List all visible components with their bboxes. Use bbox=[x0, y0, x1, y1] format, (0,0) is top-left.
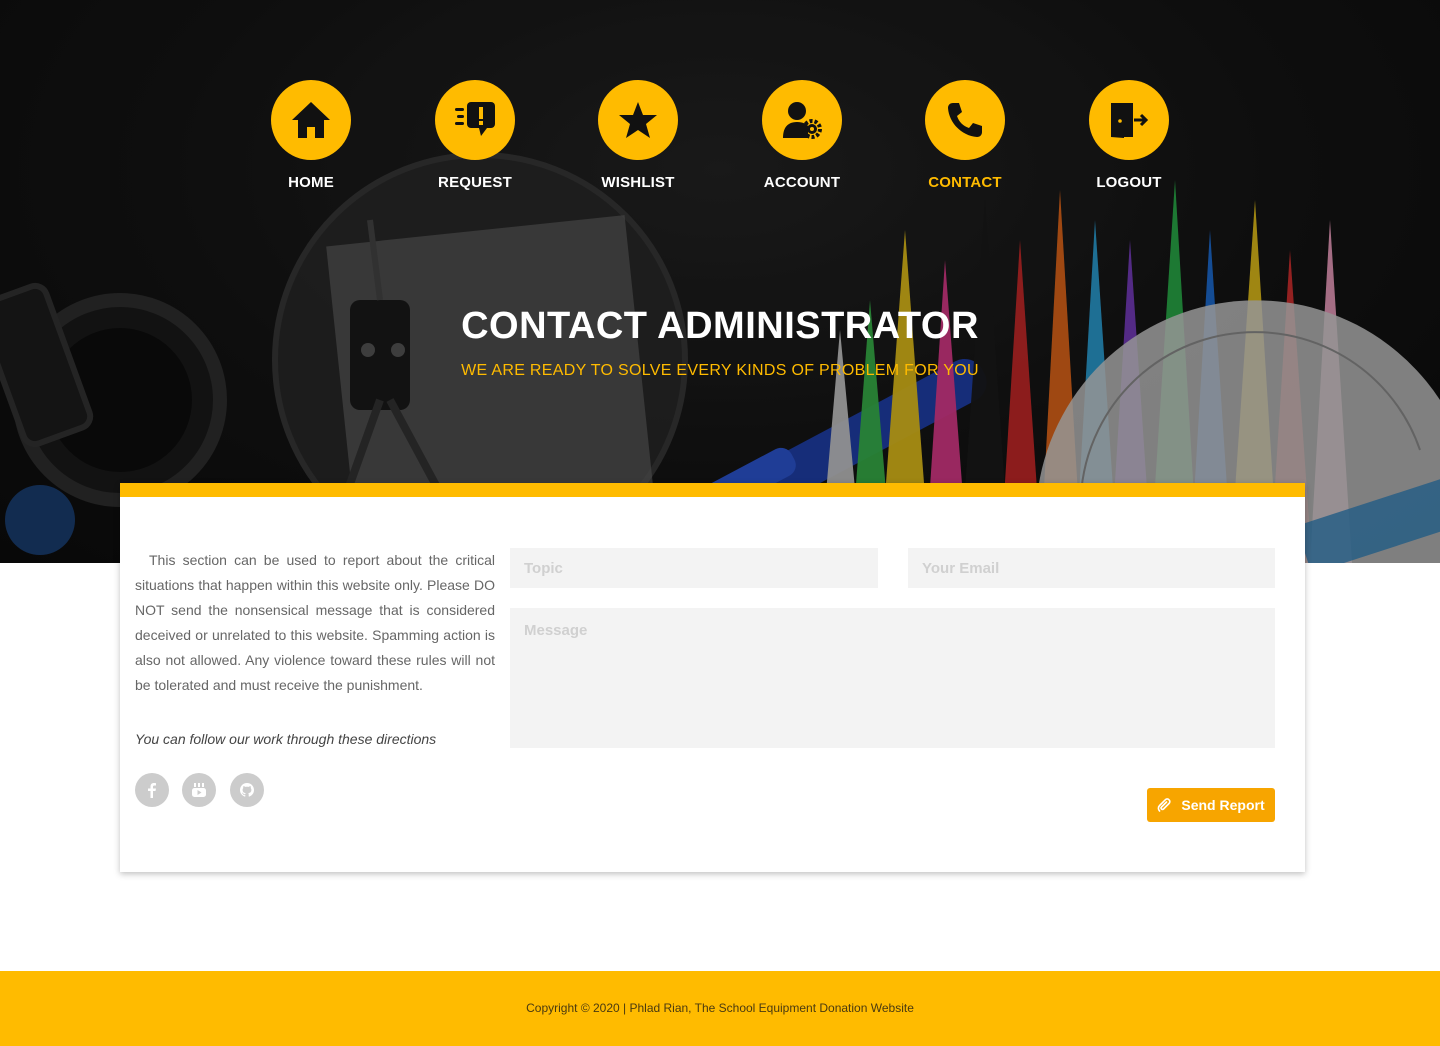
nav-account-circle[interactable] bbox=[762, 80, 842, 160]
nav-wishlist-label[interactable]: WISHLIST bbox=[578, 174, 698, 191]
email-input[interactable] bbox=[908, 548, 1275, 588]
contact-description: This section can be used to report about… bbox=[135, 552, 495, 693]
nav-home[interactable]: HOME bbox=[251, 80, 371, 191]
send-report-label[interactable]: Send Report bbox=[1181, 797, 1264, 813]
contact-card: This section can be used to report about… bbox=[120, 483, 1305, 872]
nav-home-label[interactable]: HOME bbox=[251, 174, 371, 191]
nav-wishlist-circle[interactable] bbox=[598, 80, 678, 160]
nav-logout-circle[interactable] bbox=[1089, 80, 1169, 160]
message-textarea[interactable] bbox=[510, 608, 1275, 748]
youtube-icon bbox=[192, 783, 206, 797]
follow-text: You can follow our work through these di… bbox=[135, 731, 437, 747]
copyright-text: Copyright © 2020 | Phlad Rian, The Schoo… bbox=[526, 1001, 914, 1015]
nav-home-circle[interactable] bbox=[271, 80, 351, 160]
nav-wishlist[interactable]: WISHLIST bbox=[578, 80, 698, 191]
nav-request[interactable]: REQUEST bbox=[415, 80, 535, 191]
footer: Copyright © 2020 | Phlad Rian, The Schoo… bbox=[0, 971, 1440, 1046]
star-icon bbox=[619, 102, 657, 138]
nav-account[interactable]: ACCOUNT bbox=[742, 80, 862, 191]
send-report-button[interactable]: Send Report bbox=[1147, 788, 1275, 822]
page-title: CONTACT ADMINISTRATOR bbox=[461, 305, 979, 347]
github-icon bbox=[240, 783, 254, 797]
request-icon bbox=[455, 102, 495, 136]
logout-door-icon bbox=[1111, 103, 1149, 138]
nav-request-circle[interactable] bbox=[435, 80, 515, 160]
nav-account-label[interactable]: ACCOUNT bbox=[742, 174, 862, 191]
nav-contact-label[interactable]: CONTACT bbox=[905, 174, 1025, 191]
nav-request-label[interactable]: REQUEST bbox=[415, 174, 535, 191]
user-gear-icon bbox=[783, 102, 822, 139]
nav-contact-circle[interactable] bbox=[925, 80, 1005, 160]
main-nav: HOME REQUEST WISHLIST ACCOUNT CONTACT LO… bbox=[0, 80, 1440, 200]
facebook-icon bbox=[148, 783, 156, 798]
nav-logout-label[interactable]: LOGOUT bbox=[1069, 174, 1189, 191]
home-icon bbox=[292, 102, 330, 138]
nav-contact[interactable]: CONTACT bbox=[905, 80, 1025, 191]
card-accent-bar bbox=[120, 483, 1305, 497]
facebook-link[interactable] bbox=[135, 773, 169, 807]
youtube-link[interactable] bbox=[182, 773, 216, 807]
page-subtitle: WE ARE READY TO SOLVE EVERY KINDS OF PRO… bbox=[461, 362, 979, 379]
topic-input[interactable] bbox=[510, 548, 878, 588]
github-link[interactable] bbox=[230, 773, 264, 807]
nav-logout[interactable]: LOGOUT bbox=[1069, 80, 1189, 191]
phone-icon bbox=[948, 103, 982, 137]
paperclip-icon bbox=[1157, 798, 1171, 812]
